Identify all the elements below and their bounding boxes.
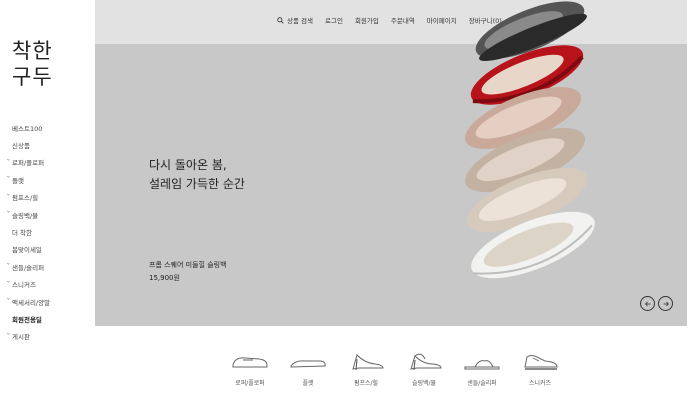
category-label: 스니커즈: [528, 380, 552, 387]
sidebar-item[interactable]: 회원전용딜: [0, 310, 95, 327]
category-label: 로퍼/플로퍼: [235, 380, 265, 387]
category-label: 플랫: [302, 380, 314, 387]
chevron-down-icon: ›: [4, 332, 12, 335]
chevron-down-icon: ›: [4, 297, 12, 300]
prev-button[interactable]: [640, 296, 655, 311]
slingback-icon: [410, 353, 442, 371]
banner-shoes-image: [464, 1, 595, 279]
sidebar-item[interactable]: › 플랫: [0, 171, 95, 188]
sidebar-item-label: 신상품: [12, 142, 30, 151]
sidebar-item-label: 회원전용딜: [12, 315, 42, 324]
banner-headline: 다시 돌아온 봄, 설레임 가득한 순간: [149, 156, 245, 194]
sneaker-icon: [524, 355, 558, 370]
sidebar-item[interactable]: › 게시판: [0, 328, 95, 345]
category-menu: 베스트100 신상품 › 로퍼/플로퍼 › 플랫 › 펌프스/힐 › 슬링백/뮬 더 착한 봄맞이세일…: [0, 119, 95, 345]
category-loafer[interactable]: 로퍼/플로퍼: [222, 345, 278, 387]
category-pump[interactable]: 펌프스/힐: [338, 345, 394, 387]
category-sneaker[interactable]: 스니커즈: [512, 345, 568, 387]
sidebar-item[interactable]: 베스트100: [0, 119, 95, 136]
chevron-down-icon: ›: [4, 280, 12, 283]
sidebar-item-label: 플랫: [12, 176, 24, 185]
sidebar-item[interactable]: › 스니커즈: [0, 276, 95, 293]
sidebar-item-label: 펌프스/힐: [12, 194, 39, 203]
main-banner[interactable]: 상품 검색 로그인 회원가입 주문내역 마이페이지 장바구니(0) 다시 돌아온…: [95, 0, 687, 326]
chevron-down-icon: ›: [4, 193, 12, 196]
chevron-down-icon: ›: [4, 210, 12, 214]
pump-icon: [352, 354, 384, 371]
category-label: 샌들/슬리퍼: [467, 380, 497, 387]
next-button[interactable]: [658, 296, 673, 311]
category-sandal[interactable]: 샌들/슬리퍼: [454, 345, 510, 387]
arrow-right-icon: [663, 301, 669, 306]
product-name: 프롬 스퀘어 미들힐 슬링백: [149, 261, 227, 269]
nav-login[interactable]: 로그인: [325, 15, 343, 25]
product-price: 15,900원: [149, 274, 180, 282]
arrow-left-icon: [644, 301, 650, 306]
category-label: 슬링백/뮬: [411, 380, 437, 387]
sidebar-item-label: 샌들/슬리퍼: [12, 263, 45, 272]
sidebar-item[interactable]: 봄맞이세일: [0, 241, 95, 258]
category-flat[interactable]: 플랫: [280, 345, 336, 387]
sidebar-item-label: 베스트100: [12, 124, 43, 133]
sidebar-item[interactable]: 더 착한: [0, 223, 95, 240]
category-label: 펌프스/힐: [353, 380, 379, 387]
nav-search[interactable]: 상품 검색: [277, 15, 313, 25]
sidebar: 착한 구두 베스트100 신상품 › 로퍼/플로퍼 › 플랫 › 펌프스/힐 › 슬링백/뮬 더 착…: [0, 0, 95, 400]
sidebar-item[interactable]: › 펌프스/힐: [0, 189, 95, 206]
chevron-down-icon: ›: [4, 262, 12, 266]
sidebar-item-label: 스니커즈: [12, 281, 36, 290]
sidebar-item[interactable]: 신상품: [0, 136, 95, 153]
sidebar-item-label: 액세서리/양말: [12, 298, 51, 307]
sidebar-item[interactable]: › 샌들/슬리퍼: [0, 258, 95, 275]
search-icon: [277, 16, 284, 24]
sidebar-item-label: 로퍼/플로퍼: [12, 159, 45, 168]
sidebar-item[interactable]: › 액세서리/양말: [0, 293, 95, 310]
category-slingback[interactable]: 슬링백/뮬: [396, 345, 452, 387]
banner-arrows: [640, 296, 673, 311]
category-icons: 로퍼/플로퍼 플랫 펌프스/힐 슬링백/뮬 샌들/슬리퍼 스니커즈: [222, 345, 568, 387]
sidebar-item-label: 봄맞이세일: [12, 246, 42, 255]
nav-search-label: 상품 검색: [287, 17, 313, 25]
chevron-down-icon: ›: [4, 158, 12, 161]
sandal-icon: [464, 360, 500, 370]
sidebar-item-label: 더 착한: [12, 229, 33, 238]
loafer-icon: [232, 357, 268, 368]
nav-join[interactable]: 회원가입: [355, 15, 379, 25]
logo-line-1: 착한: [12, 39, 53, 63]
chevron-down-icon: ›: [4, 175, 12, 179]
sidebar-item[interactable]: › 로퍼/플로퍼: [0, 154, 95, 171]
sidebar-item-label: 게시판: [12, 333, 30, 342]
sidebar-item-label: 슬링백/뮬: [12, 211, 39, 220]
flat-icon: [290, 360, 326, 368]
logo[interactable]: 착한 구두: [12, 38, 72, 90]
sidebar-item[interactable]: › 슬링백/뮬: [0, 206, 95, 223]
headline-line-1: 다시 돌아온 봄,: [149, 158, 227, 172]
banner-product[interactable]: 프롬 스퀘어 미들힐 슬링백 15,900원: [149, 259, 227, 285]
headline-line-2: 설레임 가득한 순간: [149, 177, 245, 191]
logo-line-2: 구두: [12, 65, 53, 89]
